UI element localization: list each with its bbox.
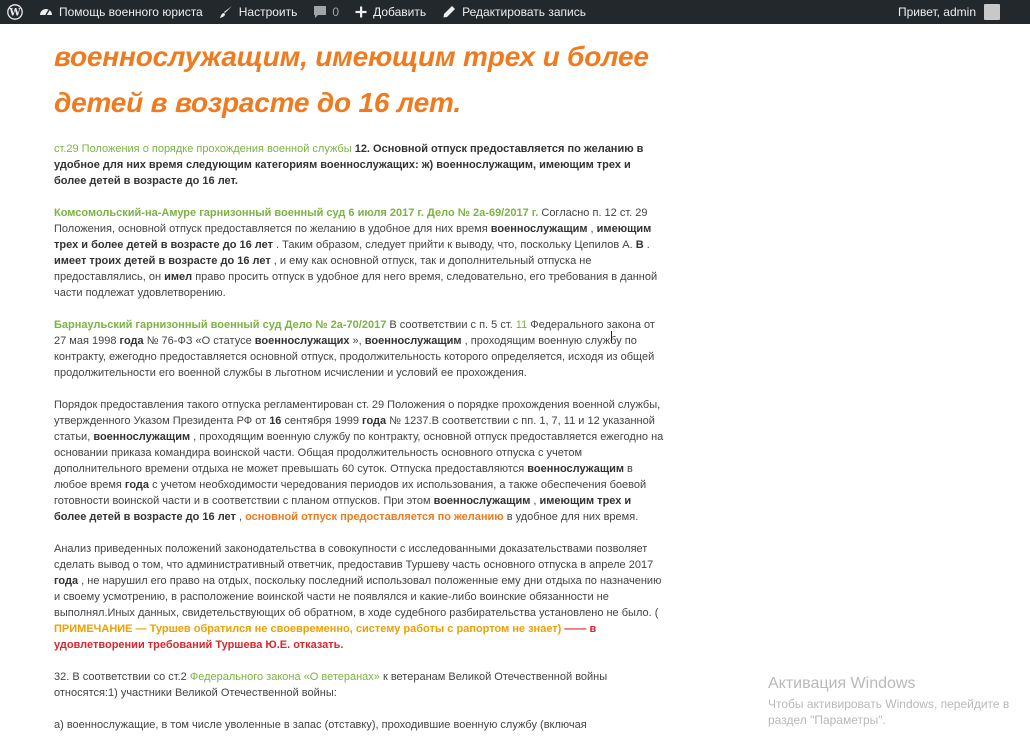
veterans-law-link[interactable]: Федерального закона «О ветеранах»	[190, 671, 380, 683]
paragraph-7: а) военнослужащие, в том числе уволенные…	[54, 719, 587, 731]
law-link[interactable]: ст.29 Положения о порядке прохождения во…	[54, 143, 352, 155]
howdy-label: Привет, admin	[897, 5, 976, 19]
paragraph-5: Анализ приведенных положений законодател…	[54, 543, 662, 651]
article-11-link[interactable]: 11	[516, 319, 527, 331]
paragraph-1: ст.29 Положения о порядке прохождения во…	[54, 143, 644, 187]
text-cursor	[611, 331, 612, 343]
site-name: Помощь военного юриста	[59, 5, 203, 19]
site-name-menu[interactable]: Помощь военного юриста	[31, 0, 211, 24]
user-account-menu[interactable]: Привет, admin	[890, 0, 1008, 24]
paragraph-3: Барнаульский гарнизонный военный суд Дел…	[54, 319, 655, 379]
new-content-menu[interactable]: Добавить	[347, 0, 434, 24]
svg-text:W: W	[8, 8, 21, 19]
customize-label: Настроить	[238, 5, 298, 19]
court-link-komsomolsk[interactable]: Комсомольский-на-Амуре гарнизонный военн…	[54, 207, 538, 219]
brush-icon	[219, 6, 232, 18]
admin-bar: W Помощь военного юриста Настроить 0 Доб…	[0, 0, 1030, 24]
paragraph-6: 32. В соответствии со ст.2 Федерального …	[54, 671, 608, 699]
avatar	[984, 4, 1000, 20]
dashboard-icon	[40, 9, 52, 16]
edit-label: Редактировать запись	[462, 5, 586, 19]
plus-icon	[355, 6, 367, 18]
court-link-barnaul[interactable]: Барнаульский гарнизонный военный суд Дел…	[54, 319, 386, 331]
wordpress-icon: W	[7, 4, 23, 20]
paragraph-2: Комсомольский-на-Амуре гарнизонный военн…	[54, 207, 658, 299]
new-label: Добавить	[373, 5, 427, 19]
article-title: военнослужащим, имеющим трех и более дет…	[54, 41, 649, 118]
wordpress-menu[interactable]: W	[0, 0, 31, 24]
watermark-text: Чтобы активировать Windows, перейдите в …	[768, 697, 1010, 727]
pencil-icon	[443, 6, 456, 18]
comment-icon	[314, 6, 327, 18]
watermark-title: Активация Windows	[768, 675, 916, 692]
highlight-orange: основной отпуск предоставляется по желан…	[245, 511, 504, 523]
customize-link[interactable]: Настроить	[211, 0, 306, 24]
paragraph-4: Порядок предоставления такого отпуска ре…	[54, 399, 664, 523]
edit-post-link[interactable]: Редактировать запись	[434, 0, 594, 24]
note-highlight: ПРИМЕЧАНИЕ — Туршев обратился не своевре…	[54, 623, 562, 635]
comments-link[interactable]: 0	[305, 0, 347, 24]
article-content: военнослужащим, имеющим трех и более дет…	[54, 24, 666, 749]
comments-count: 0	[332, 5, 340, 19]
